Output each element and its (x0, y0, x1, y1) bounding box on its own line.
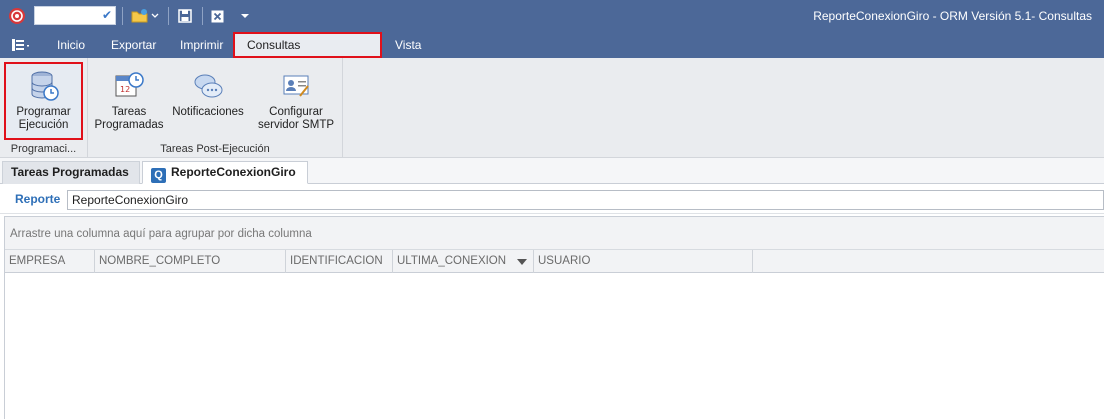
menu-inicio[interactable]: Inicio (57, 32, 85, 58)
sort-descending-icon (517, 259, 527, 265)
folder-icon (131, 9, 148, 23)
column-header-usuario[interactable]: USUARIO (534, 250, 753, 273)
tareas-programadas-button[interactable]: 12 Tareas Programadas (94, 62, 164, 132)
svg-text:12: 12 (120, 85, 130, 94)
menu-consultas-programadas[interactable]: Consultas Programadas (233, 32, 382, 74)
calendar-clock-icon: 12 (115, 72, 144, 97)
open-folder-button[interactable] (130, 6, 160, 26)
tab-reporte-conexion-giro[interactable]: QReporteConexionGiro✕ (142, 161, 308, 201)
grid-header: EMPRESA NOMBRE_COMPLETO IDENTIFICACION U… (5, 250, 1104, 273)
data-grid: Arrastre una columna aquí para agrupar p… (4, 216, 1104, 419)
programar-ejecucion-label: Programar Ejecución (16, 106, 71, 131)
ribbon-group-tareas-post-ejecucion: 12 Tareas Programadas Notificaciones Con… (88, 58, 343, 158)
tab-label: ReporteConexionGiro (171, 165, 296, 179)
configurar-smtp-button[interactable]: Configurar servidor SMTP (256, 62, 336, 132)
dropdown-arrow-icon (241, 14, 249, 18)
notificaciones-label: Notificaciones (172, 106, 244, 118)
ribbon-group-label: Programaci... (10, 143, 77, 155)
close-document-button[interactable] (209, 6, 225, 26)
programar-ejecucion-button[interactable]: Programar Ejecución (4, 62, 83, 140)
configurar-smtp-label: Configurar servidor SMTP (257, 106, 335, 131)
title-bar: ✔ ReporteConexionGiro - ORM Versión 5.1-… (0, 0, 1104, 32)
report-row: Reporte ReporteConexionGiro (0, 184, 1104, 214)
notificaciones-button[interactable]: Notificaciones (170, 62, 246, 119)
tab-label: Tareas Programadas (11, 165, 129, 179)
menu-bar: Inicio Exportar Imprimir Consultas Progr… (0, 32, 1104, 74)
app-menu-icon[interactable] (12, 38, 32, 52)
tab-tareas-programadas[interactable]: Tareas Programadas (2, 161, 140, 184)
database-clock-icon (31, 71, 59, 101)
document-tabs: Tareas Programadas QReporteConexionGiro✕ (0, 158, 1104, 201)
group-by-panel[interactable]: Arrastre una columna aquí para agrupar p… (5, 217, 1104, 250)
group-by-hint: Arrastre una columna aquí para agrupar p… (10, 228, 312, 240)
ribbon-group-programacion: Programar Ejecución Programaci... (0, 58, 88, 158)
column-header-empresa[interactable]: EMPRESA (5, 250, 95, 273)
report-field[interactable]: ReporteConexionGiro (67, 190, 1104, 210)
chevron-down-icon (151, 13, 159, 18)
column-header-ultima-conexion[interactable]: ULTIMA_CONEXION (393, 250, 534, 273)
qat-separator (122, 7, 123, 25)
quick-access-combo[interactable]: ✔ (34, 6, 116, 25)
contact-card-icon (283, 75, 309, 97)
close-icon (211, 10, 223, 22)
ribbon: Programar Ejecución Programaci... 12 Tar… (0, 58, 1104, 158)
chat-bubbles-icon (194, 74, 223, 98)
check-icon[interactable]: ✔ (102, 7, 112, 24)
column-header-nombre-completo[interactable]: NOMBRE_COMPLETO (95, 250, 286, 273)
menu-exportar[interactable]: Exportar (111, 32, 156, 58)
save-icon (178, 9, 192, 23)
tareas-programadas-label: Tareas Programadas (94, 106, 164, 131)
window-title: ReporteConexionGiro - ORM Versión 5.1- C… (813, 9, 1092, 23)
customize-qat-button[interactable] (238, 6, 252, 26)
qat-separator (168, 7, 169, 25)
app-logo-icon[interactable] (8, 7, 26, 25)
qat-separator (202, 7, 203, 25)
report-label: Reporte (15, 192, 61, 206)
menu-vista[interactable]: Vista (395, 32, 421, 58)
save-button[interactable] (176, 6, 194, 26)
menu-imprimir[interactable]: Imprimir (180, 32, 223, 58)
ribbon-group-label: Tareas Post-Ejecución (160, 143, 270, 155)
column-header-identificacion[interactable]: IDENTIFICACION (286, 250, 393, 273)
query-icon: Q (151, 168, 166, 183)
main-content: Reporte ReporteConexionGiro Arrastre una… (0, 184, 1104, 419)
column-header-label: ULTIMA_CONEXION (397, 255, 507, 267)
